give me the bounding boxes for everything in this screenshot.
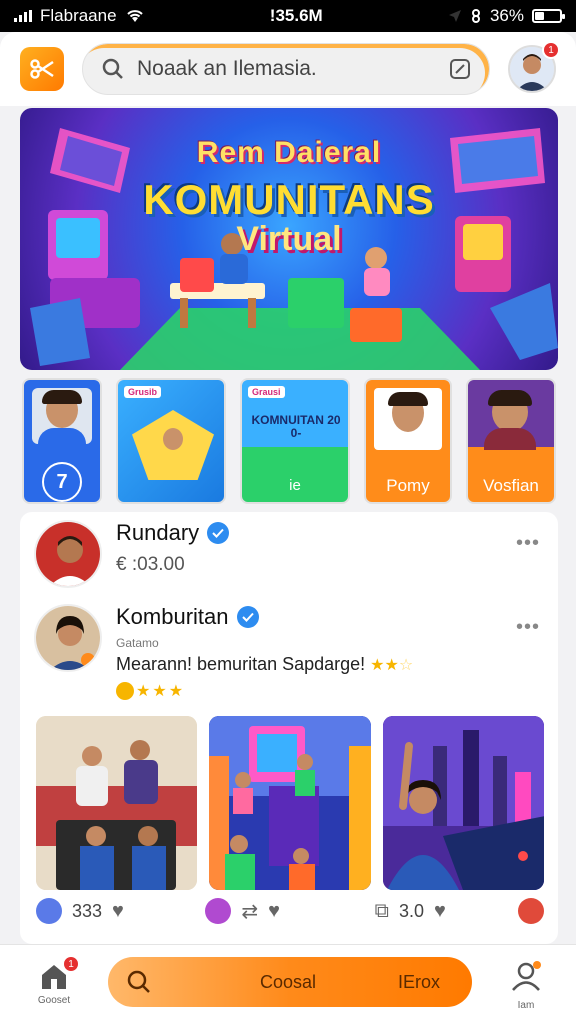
media-tile[interactable] xyxy=(382,716,544,890)
story-card[interactable]: Grusib xyxy=(116,378,226,504)
nav-home-label: Gooset xyxy=(37,995,71,1006)
wifi-icon xyxy=(126,10,143,22)
story-card[interactable]: 7 xyxy=(22,378,102,504)
search-box[interactable] xyxy=(82,43,490,95)
story-cards-row: 7 Grusib Grausi KOMNUITAN 20 0- ie Pomy … xyxy=(22,378,562,506)
edit-icon[interactable] xyxy=(449,58,471,80)
post-author: Rundary xyxy=(116,520,544,546)
app-logo[interactable] xyxy=(20,47,64,91)
nav-action-pill[interactable]: Coosal IErox xyxy=(108,957,472,1007)
post-text: Mearann! bemuritan Sapdarge! ★★☆ xyxy=(116,654,414,674)
post-avatar[interactable] xyxy=(34,604,102,672)
heart-icon[interactable]: ♥ xyxy=(268,900,280,923)
media-tile[interactable] xyxy=(36,716,198,890)
verified-icon xyxy=(207,522,230,544)
story-card[interactable]: Pomy xyxy=(364,378,452,504)
media-tile[interactable] xyxy=(209,716,371,890)
share-icon[interactable]: ⇄ xyxy=(241,899,258,924)
search-icon xyxy=(102,58,123,79)
story-tag: Grusib xyxy=(124,386,162,398)
post-avatar[interactable] xyxy=(34,520,102,588)
status-bar: Flabraane !35.6M 36% xyxy=(0,0,576,32)
story-count: 7 xyxy=(42,462,82,502)
story-footer: ie xyxy=(289,477,301,494)
top-bar: 1 xyxy=(0,32,576,106)
media-grid xyxy=(36,716,544,890)
bottom-nav: 1 Gooset Coosal IErox Iam xyxy=(0,944,576,1024)
carrier-label: Flabraane xyxy=(40,6,117,25)
coin-icon xyxy=(116,682,134,700)
more-options-icon[interactable]: ••• xyxy=(516,532,540,555)
mini-avatar[interactable] xyxy=(205,898,232,924)
pill-label-secondary[interactable]: IErox xyxy=(398,972,440,993)
location-icon xyxy=(448,10,461,22)
scissors-icon xyxy=(30,59,54,79)
search-icon xyxy=(127,970,150,993)
banner-title-line1: Rem Daieral xyxy=(196,136,382,169)
search-input[interactable] xyxy=(137,57,437,81)
post-author-name: Komburitan xyxy=(116,604,229,629)
media-action-group: ⧉ 3.0 ♥ xyxy=(375,898,544,924)
story-card[interactable]: Grausi KOMNUITAN 20 0- ie xyxy=(240,378,350,504)
pill-label-primary[interactable]: Coosal xyxy=(260,972,316,993)
story-title: KOMNUITAN 20 0- xyxy=(251,413,341,441)
feed-card: Rundary € :03.00 ••• Komburitan Gatamo M… xyxy=(20,512,558,944)
story-label: Vosfian xyxy=(483,476,539,495)
rating-stars: ★ ★ ★ xyxy=(116,681,544,701)
post-meta: € :03.00 xyxy=(116,554,185,575)
notification-badge: 1 xyxy=(542,41,560,59)
bookmark-icon[interactable]: ⧉ xyxy=(375,900,389,923)
nav-profile-label: Iam xyxy=(517,1000,535,1011)
mini-avatar[interactable] xyxy=(517,898,544,924)
profile-avatar[interactable]: 1 xyxy=(508,41,560,93)
battery-percent: 36% xyxy=(489,6,524,25)
nav-home[interactable]: 1 Gooset xyxy=(24,955,84,1006)
banner-title-line3: Virtual xyxy=(236,220,342,258)
story-card[interactable]: Vosfian xyxy=(466,378,556,504)
more-options-icon[interactable]: ••• xyxy=(516,616,540,639)
banner-title-line2: KOMUNITANS xyxy=(143,176,435,223)
battery-icon xyxy=(531,9,565,23)
nav-profile[interactable]: Iam xyxy=(498,961,554,1011)
story-tag: Grausi xyxy=(248,386,285,398)
hero-banner[interactable]: Rem Daieral KOMUNITANS Virtual xyxy=(20,108,558,370)
heart-icon[interactable]: ♥ xyxy=(112,900,124,923)
verified-icon xyxy=(236,606,259,628)
post-author-name: Rundary xyxy=(116,520,200,545)
signal-icon xyxy=(14,10,32,22)
alarm-icon xyxy=(471,9,480,23)
user-icon xyxy=(512,961,541,991)
post-author: Komburitan xyxy=(116,604,544,630)
media-actions-row: 333 ♥ ⇄ ♥ ⧉ 3.0 ♥ xyxy=(36,898,544,924)
like-count: 3.0 xyxy=(398,900,424,921)
post-subtitle: Gatamo xyxy=(116,636,159,650)
home-badge: 1 xyxy=(62,955,80,973)
media-action-group: ⇄ ♥ xyxy=(205,898,374,924)
post-item[interactable]: Komburitan Gatamo Mearann! bemuritan Sap… xyxy=(34,604,544,701)
story-label: Pomy xyxy=(386,476,430,495)
media-action-group: 333 ♥ xyxy=(36,898,205,924)
post-item[interactable]: Rundary € :03.00 ••• xyxy=(34,520,544,588)
like-count: 333 xyxy=(72,900,103,921)
heart-icon[interactable]: ♥ xyxy=(434,900,446,923)
status-time: !35.6M xyxy=(269,6,323,25)
mini-avatar[interactable] xyxy=(36,898,62,924)
